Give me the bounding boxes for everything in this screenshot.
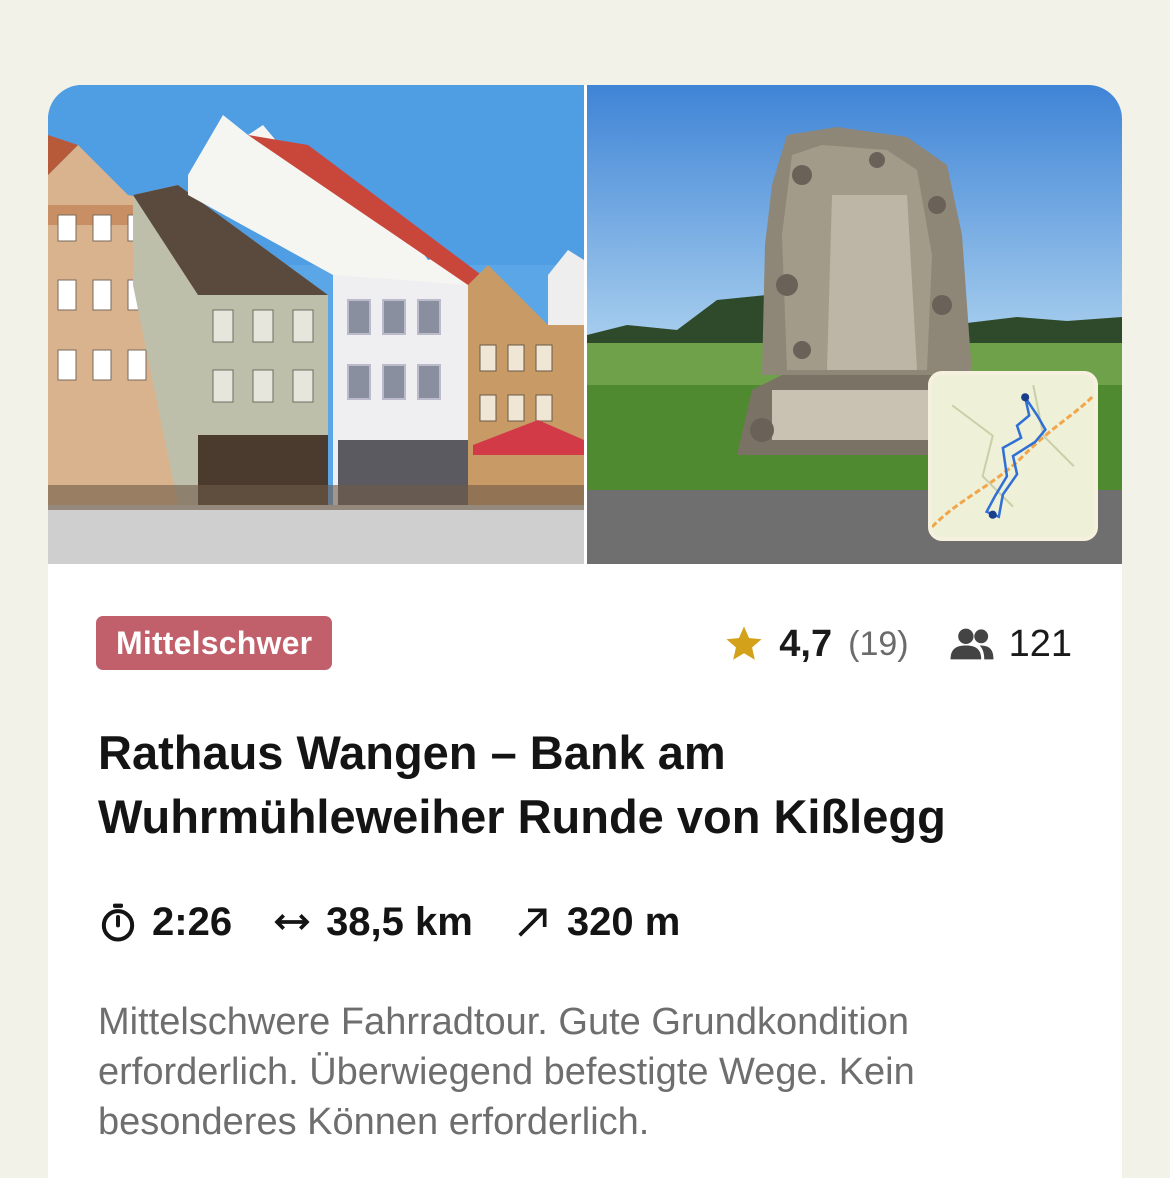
route-map-thumbnail[interactable] — [928, 371, 1098, 541]
horizontal-arrows-icon — [274, 914, 310, 930]
town-hall-photo[interactable] — [48, 85, 584, 564]
participants-count: 121 — [1008, 622, 1072, 665]
distance-metric: 38,5 km — [272, 900, 473, 945]
tour-title[interactable]: Rathaus Wangen – Bank am Wuhrmühleweiher… — [98, 721, 1098, 849]
elevation-value: 320 m — [566, 899, 681, 944]
tour-image-gallery[interactable] — [48, 85, 1122, 564]
duration-metric: 2:26 — [98, 900, 232, 945]
elevation-metric: 320 m — [513, 900, 680, 945]
star-icon — [726, 626, 762, 660]
tour-metrics: 2:26 38,5 km 320 m — [98, 894, 720, 950]
diagonal-arrow-up-icon — [518, 908, 547, 937]
stopwatch-icon — [101, 903, 135, 942]
rating-value: 4,7 — [779, 622, 833, 665]
tour-card[interactable]: Mittelschwer 4,7 (19) 121 Rathaus Wangen… — [48, 85, 1122, 1178]
distance-value: 38,5 km — [326, 899, 473, 944]
zeppelin-monument-photo[interactable] — [587, 85, 1122, 564]
people-icon — [950, 628, 994, 660]
difficulty-badge: Mittelschwer — [96, 616, 333, 670]
duration-value: 2:26 — [152, 899, 233, 944]
tour-stats-summary: 4,7 (19) 121 — [723, 618, 1072, 670]
rating-count: (19) — [848, 624, 909, 663]
tour-description: Mittelschwere Fahrradtour. Gute Grundkon… — [98, 1001, 915, 1143]
